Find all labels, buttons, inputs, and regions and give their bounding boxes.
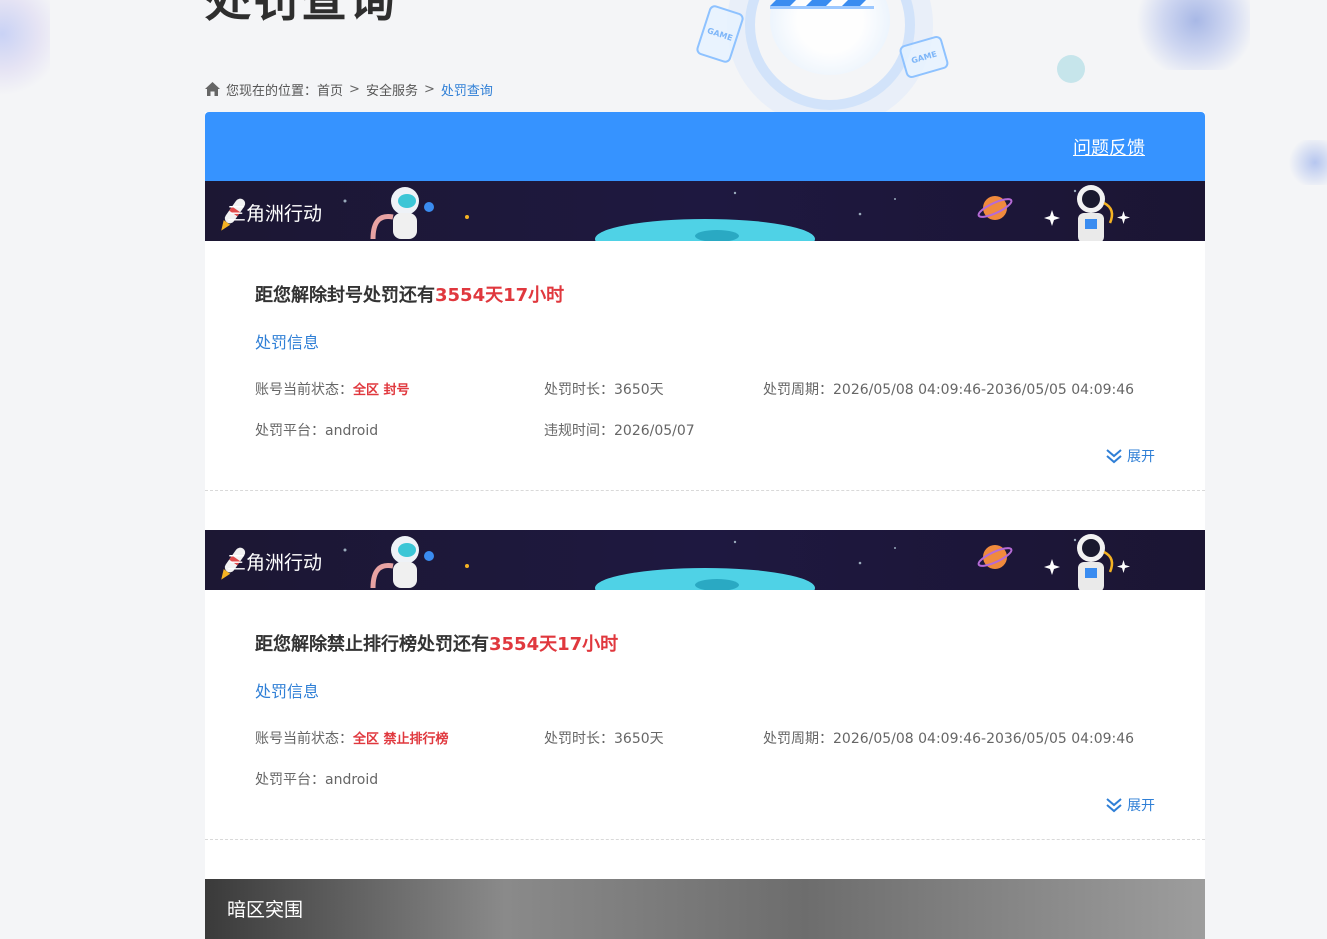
record-divider xyxy=(205,490,1205,491)
page-title: 处罚查询 xyxy=(205,0,397,27)
platform-label: 处罚平台： xyxy=(255,423,325,439)
period-field: 处罚周期：2026/05/08 04:09:46-2036/05/05 04:0… xyxy=(763,379,1134,399)
platform-label: 处罚平台： xyxy=(255,772,325,788)
duration-label: 处罚时长： xyxy=(544,731,614,747)
violation-label: 违规时间： xyxy=(544,423,614,439)
platform-field: 处罚平台：android xyxy=(255,420,378,440)
record-body: 距您解除封号处罚还有3554天17小时 处罚信息 账号当前状态：全区 封号 处罚… xyxy=(205,241,1205,491)
countdown-value: 3554天17小时 xyxy=(489,634,619,655)
status-field: 账号当前状态：全区 封号 xyxy=(255,379,410,399)
period-field: 处罚周期：2026/05/08 04:09:46-2036/05/05 04:0… xyxy=(763,728,1134,748)
game-name: 三角洲行动 xyxy=(227,552,323,574)
background-decoration-right xyxy=(1130,0,1250,70)
background-decoration-edge xyxy=(1285,140,1327,185)
status-field: 账号当前状态：全区 禁止排行榜 xyxy=(255,728,449,748)
game-name: 暗区突围 xyxy=(227,899,304,921)
space-banner-art-icon xyxy=(221,185,1130,241)
countdown-prefix: 距您解除禁止排行榜处罚还有 xyxy=(255,634,489,655)
platform-value: android xyxy=(325,772,379,788)
service-logo-icon xyxy=(770,0,874,9)
status-label: 账号当前状态： xyxy=(255,731,353,747)
feedback-link[interactable]: 问题反馈 xyxy=(1073,134,1145,160)
penalty-record: 三角洲行动 距您解除禁止排行榜处罚还有3554天17小时 处罚信息 账号当前状态… xyxy=(205,530,1205,840)
duration-value: 3650天 xyxy=(614,382,664,398)
period-label: 处罚周期： xyxy=(763,382,833,398)
breadcrumb-current: 处罚查询 xyxy=(440,83,493,99)
game-card-decoration-icon: GAME xyxy=(694,3,746,65)
expand-label: 展开 xyxy=(1127,798,1155,814)
platform-field: 处罚平台：android xyxy=(255,769,378,789)
background-decoration-left xyxy=(0,0,50,100)
expand-label: 展开 xyxy=(1127,449,1155,465)
duration-field: 处罚时长：3650天 xyxy=(544,379,664,399)
violation-value: 2026/05/07 xyxy=(614,423,695,439)
countdown-value: 3554天17小时 xyxy=(435,285,565,306)
countdown-text: 距您解除封号处罚还有3554天17小时 xyxy=(255,281,564,307)
record-gap xyxy=(205,491,1205,530)
space-banner-art-icon xyxy=(221,534,1130,590)
breadcrumb-separator: > xyxy=(423,81,435,97)
platform-value: android xyxy=(325,423,379,439)
background-dot-decoration xyxy=(1057,55,1085,83)
game-name: 三角洲行动 xyxy=(227,203,323,225)
period-value: 2026/05/08 04:09:46-2036/05/05 04:09:46 xyxy=(833,731,1135,747)
expand-button[interactable]: 展开 xyxy=(1105,795,1155,815)
chevron-double-down-icon xyxy=(1106,449,1122,464)
record-gap xyxy=(205,840,1205,879)
chevron-double-down-icon xyxy=(1106,798,1122,813)
duration-field: 处罚时长：3650天 xyxy=(544,728,664,748)
status-value: 全区 禁止排行榜 xyxy=(353,732,449,747)
duration-label: 处罚时长： xyxy=(544,382,614,398)
penalty-record: 三角洲行动 距您解除封号处罚还有3554天17小时 处罚信息 账号当前状态：全区… xyxy=(205,181,1205,491)
period-label: 处罚周期： xyxy=(763,731,833,747)
breadcrumb-prefix: 您现在的位置： xyxy=(226,83,318,99)
status-value: 全区 封号 xyxy=(353,383,410,398)
section-title: 处罚信息 xyxy=(255,682,320,701)
countdown-text: 距您解除禁止排行榜处罚还有3554天17小时 xyxy=(255,630,618,656)
breadcrumb: 您现在的位置： 首页 > 安全服务 > 处罚查询 xyxy=(205,80,493,99)
penalty-panel: 问题反馈 三角洲行动 距您解除封号处罚还有3554天17小时 处罚信息 账号当前… xyxy=(205,112,1205,939)
duration-value: 3650天 xyxy=(614,731,664,747)
record-divider xyxy=(205,839,1205,840)
game-banner: 三角洲行动 xyxy=(205,530,1205,590)
violation-time-field: 违规时间：2026/05/07 xyxy=(544,420,695,440)
game-banner: 暗区突围 xyxy=(205,879,1205,939)
record-body: 距您解除禁止排行榜处罚还有3554天17小时 处罚信息 账号当前状态：全区 禁止… xyxy=(205,590,1205,840)
breadcrumb-separator: > xyxy=(349,81,360,97)
countdown-prefix: 距您解除封号处罚还有 xyxy=(255,285,435,306)
period-value: 2026/05/08 04:09:46-2036/05/05 04:09:46 xyxy=(833,382,1135,398)
breadcrumb-security-link[interactable]: 安全服务 xyxy=(366,80,418,99)
status-label: 账号当前状态： xyxy=(255,382,353,398)
section-title: 处罚信息 xyxy=(255,333,320,352)
game-banner: 三角洲行动 xyxy=(205,181,1205,241)
breadcrumb-home-link[interactable]: 首页 xyxy=(317,80,343,99)
home-icon xyxy=(205,82,220,96)
expand-button[interactable]: 展开 xyxy=(1105,446,1155,466)
panel-header: 问题反馈 xyxy=(205,112,1205,181)
